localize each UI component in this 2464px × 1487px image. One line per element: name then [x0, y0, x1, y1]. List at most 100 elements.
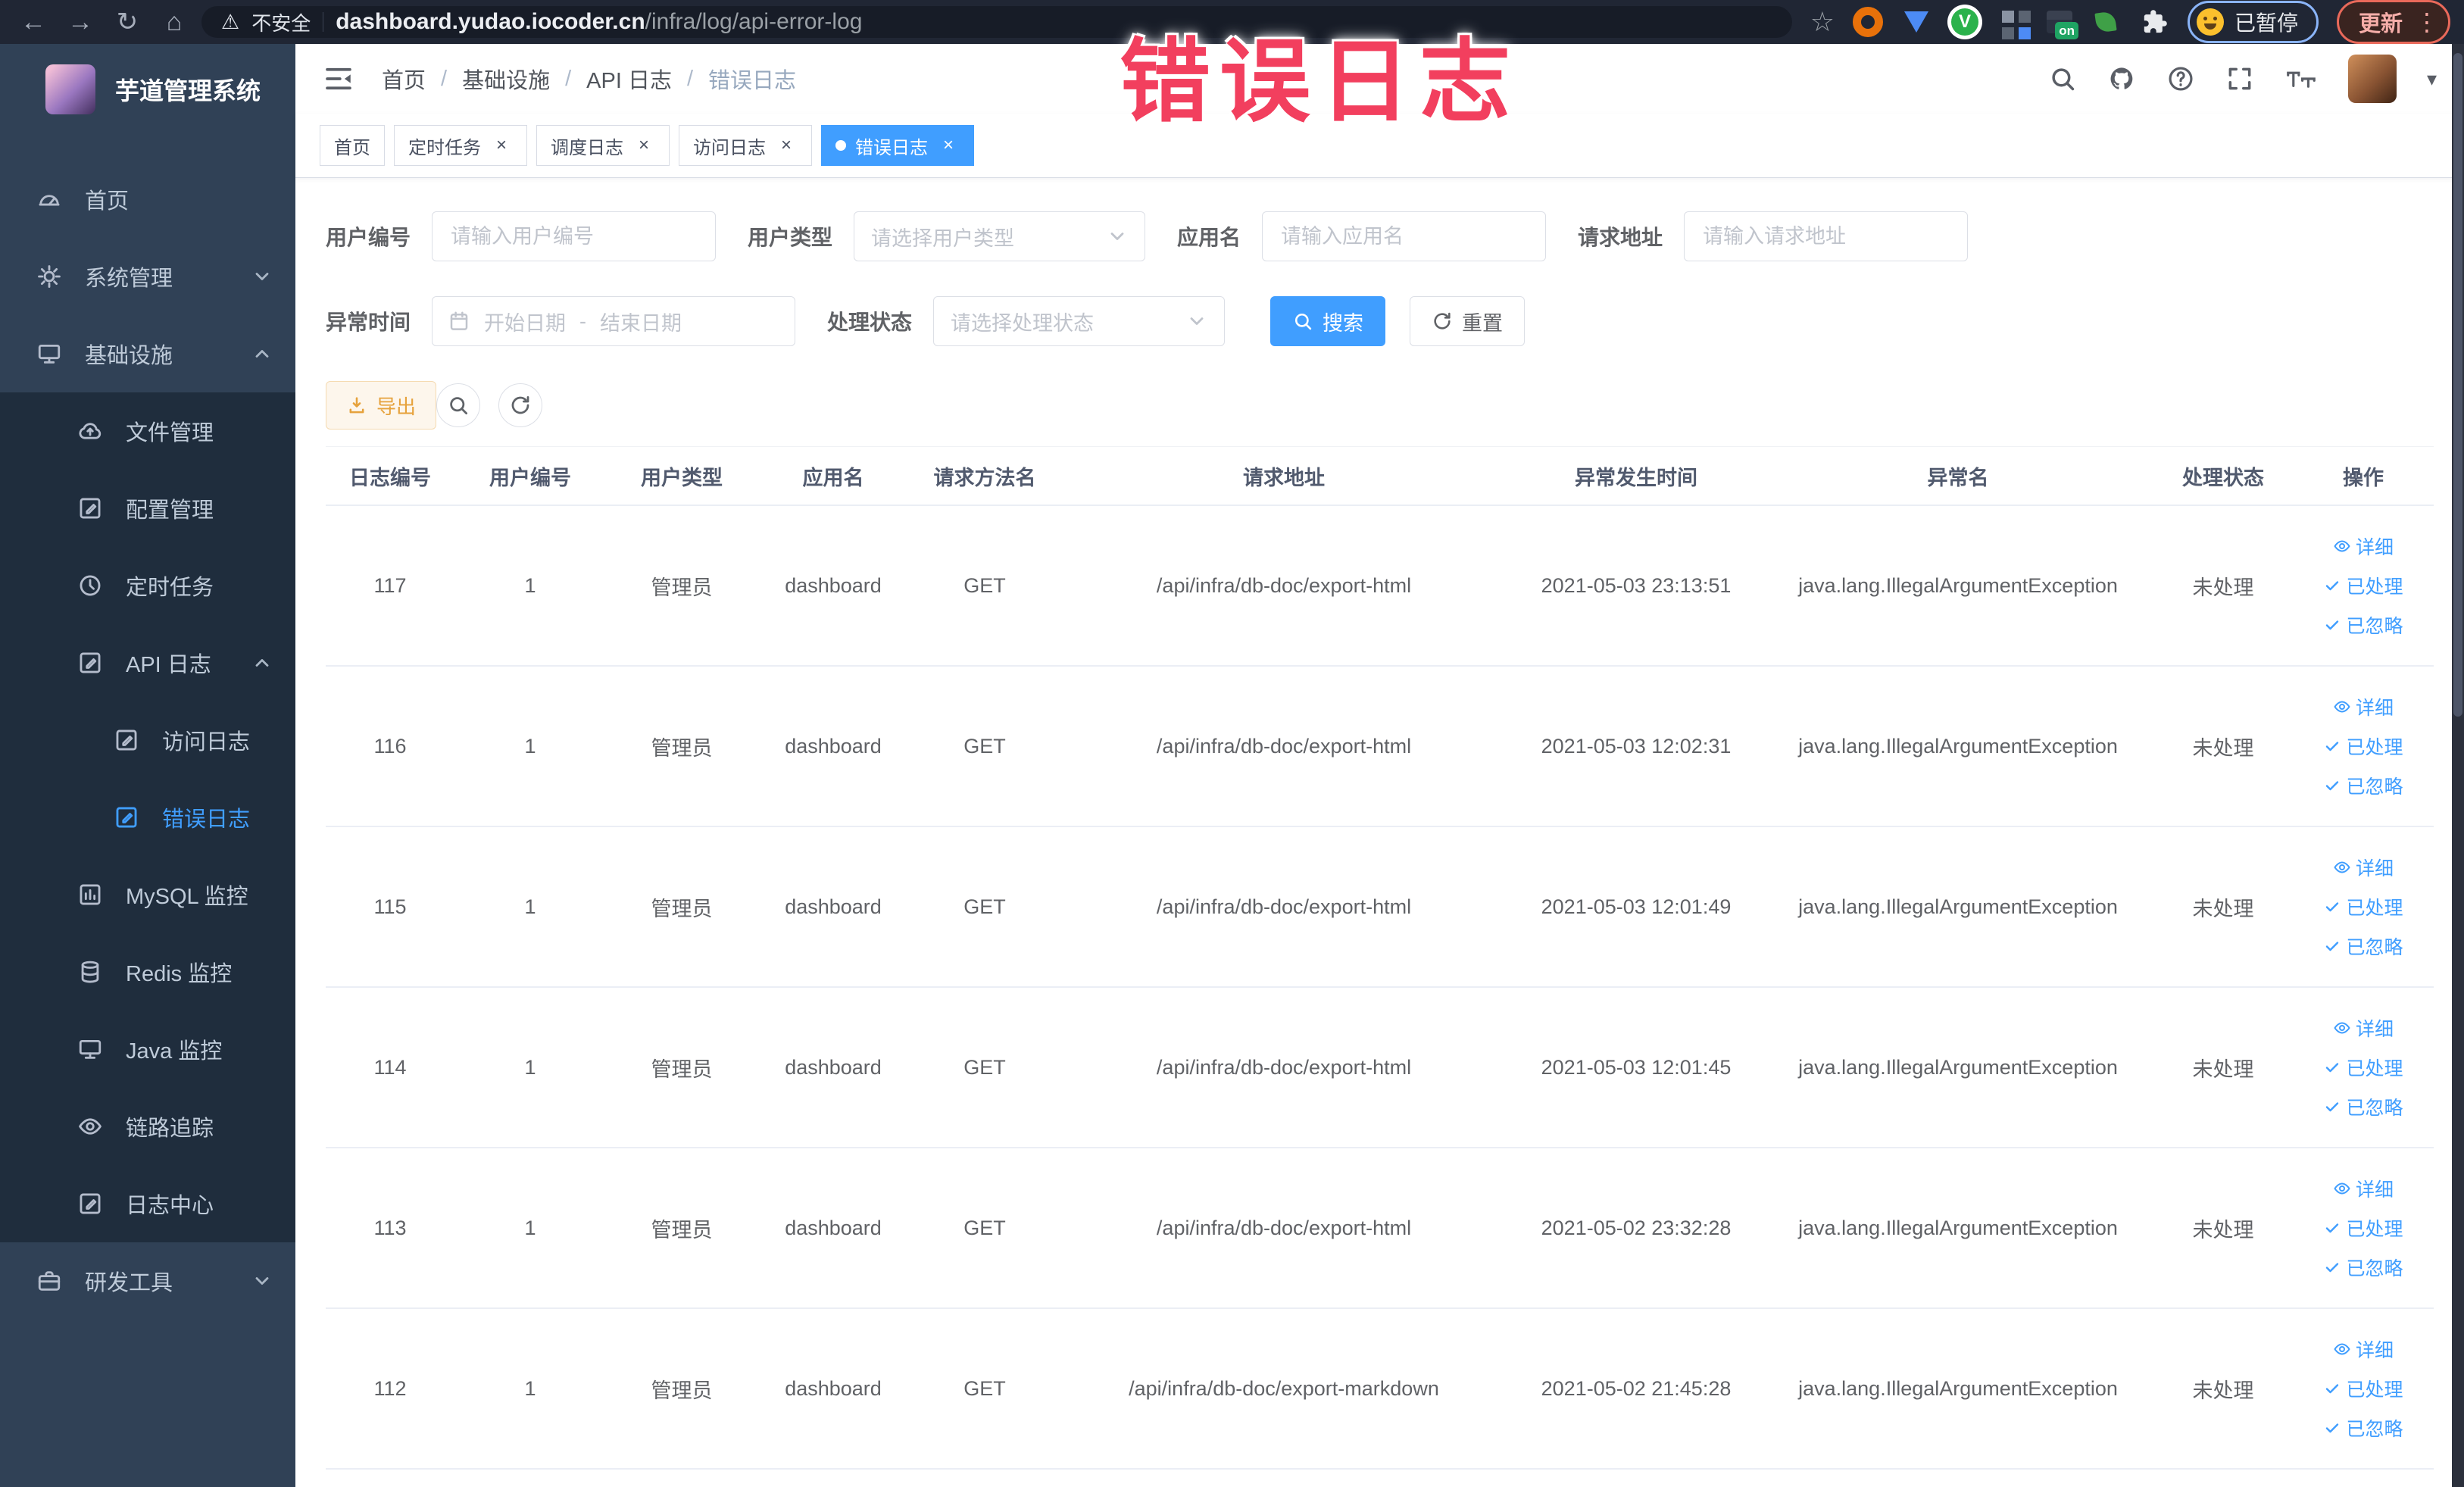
- date-range-picker[interactable]: 开始日期 - 结束日期: [432, 296, 796, 346]
- search-icon[interactable]: [2048, 64, 2077, 93]
- extension-icon[interactable]: [1852, 7, 1883, 37]
- tab-首页[interactable]: 首页: [320, 125, 385, 166]
- sidebar-item-MySQL 监控[interactable]: MySQL 监控: [0, 856, 295, 933]
- browser-home-icon[interactable]: ⌂: [155, 8, 194, 37]
- user-type-select[interactable]: 请选择用户类型: [854, 211, 1146, 261]
- process-status-select[interactable]: 请选择处理状态: [933, 296, 1226, 346]
- scrollbar-thumb[interactable]: [2453, 53, 2462, 717]
- sidebar-item-访问日志[interactable]: 访问日志: [0, 701, 295, 779]
- action-detail[interactable]: 详细: [2333, 1335, 2394, 1363]
- tab-定时任务[interactable]: 定时任务 ×: [394, 125, 527, 166]
- breadcrumb-item[interactable]: 基础设施: [462, 63, 550, 95]
- action-processed[interactable]: 已处理: [2323, 893, 2403, 920]
- sidebar-item-首页[interactable]: 首页: [0, 161, 295, 238]
- action-processed[interactable]: 已处理: [2323, 1214, 2403, 1242]
- shield-extension-icon[interactable]: [1901, 7, 1932, 37]
- filter-row-2: 异常时间 开始日期 - 结束日期 处理状态 请选择处理状态 搜索 重置: [326, 296, 2434, 346]
- refresh-table-button[interactable]: [498, 383, 543, 427]
- sidebar-item-文件管理[interactable]: 文件管理: [0, 392, 295, 470]
- tab-访问日志[interactable]: 访问日志 ×: [679, 125, 812, 166]
- sidebar-item-Java 监控[interactable]: Java 监控: [0, 1011, 295, 1088]
- collapse-sidebar-icon[interactable]: [323, 63, 354, 95]
- action-detail[interactable]: 详细: [2333, 693, 2394, 720]
- tab-close-icon[interactable]: ×: [775, 134, 798, 157]
- cell-exception-name: java.lang.IllegalArgumentException: [1798, 734, 2118, 758]
- action-detail[interactable]: 详细: [2333, 1014, 2394, 1042]
- action-ignored[interactable]: 已忽略: [2323, 611, 2403, 639]
- action-processed[interactable]: 已处理: [2323, 1054, 2403, 1081]
- address-bar[interactable]: ⚠ 不安全 dashboard.yudao.iocoder.cn/infra/l…: [201, 6, 1792, 38]
- tab-close-icon[interactable]: ×: [490, 134, 513, 157]
- action-ignored[interactable]: 已忽略: [2323, 1254, 2403, 1281]
- toggle-search-button[interactable]: [436, 383, 481, 427]
- extensions-puzzle-icon[interactable]: [2139, 7, 2169, 37]
- filter-label: 请求地址: [1578, 226, 1663, 249]
- sidebar-item-定时任务[interactable]: 定时任务: [0, 547, 295, 624]
- column-header-exception-name: 异常名: [1927, 466, 1989, 489]
- chevron-down-icon: [1107, 226, 1128, 247]
- action-processed[interactable]: 已处理: [2323, 1375, 2403, 1402]
- tab-错误日志[interactable]: 错误日志 ×: [821, 125, 974, 166]
- user-id-input[interactable]: [432, 211, 717, 261]
- action-detail[interactable]: 详细: [2333, 854, 2394, 881]
- browser-back-icon[interactable]: ←: [14, 8, 53, 37]
- action-ignored[interactable]: 已忽略: [2323, 772, 2403, 799]
- tab-close-icon[interactable]: ×: [632, 134, 655, 157]
- page-scrollbar[interactable]: [2452, 44, 2464, 1487]
- search-button[interactable]: 搜索: [1270, 296, 1386, 346]
- sidebar-item-研发工具[interactable]: 研发工具: [0, 1242, 295, 1320]
- sidebar-item-配置管理[interactable]: 配置管理: [0, 470, 295, 547]
- vue-devtools-icon[interactable]: [1950, 7, 1980, 37]
- user-menu-caret-icon[interactable]: ▾: [2427, 67, 2437, 91]
- cell-method-name: GET: [963, 1216, 1006, 1239]
- user-avatar[interactable]: [2347, 55, 2397, 103]
- tab-close-icon[interactable]: ×: [937, 134, 960, 157]
- action-processed[interactable]: 已处理: [2323, 572, 2403, 599]
- browser-reload-icon[interactable]: ↻: [108, 7, 147, 37]
- action-processed[interactable]: 已处理: [2323, 733, 2403, 760]
- editsq-icon: [114, 727, 139, 753]
- action-detail[interactable]: 详细: [2333, 533, 2394, 560]
- action-detail[interactable]: 详细: [2333, 1175, 2394, 1202]
- app-logo[interactable]: 芋道管理系统: [0, 44, 295, 135]
- sidebar-item-系统管理[interactable]: 系统管理: [0, 238, 295, 315]
- browser-menu-icon[interactable]: ⋮: [2415, 10, 2439, 34]
- switch-extension-icon[interactable]: on: [2046, 11, 2078, 39]
- browser-forward-icon[interactable]: →: [61, 8, 100, 37]
- bookmark-star-icon[interactable]: ☆: [1810, 6, 1835, 38]
- help-icon[interactable]: [2166, 64, 2195, 93]
- reset-button[interactable]: 重置: [1410, 296, 1526, 346]
- tab-label: 访问日志: [693, 137, 766, 158]
- plant-extension-icon[interactable]: [2091, 7, 2121, 37]
- profile-paused-badge[interactable]: 已暂停: [2187, 1, 2319, 43]
- action-ignored[interactable]: 已忽略: [2323, 1093, 2403, 1120]
- export-button[interactable]: 导出: [326, 381, 437, 430]
- cell-actions: 详细 已处理 已忽略: [2295, 988, 2431, 1147]
- sidebar-item-API 日志[interactable]: API 日志: [0, 624, 295, 701]
- grid-extension-icon[interactable]: [1998, 7, 2028, 37]
- table-row: 115 1 管理员 dashboard GET/api/infra/db-doc/exp…: [326, 827, 2434, 988]
- tab-调度日志[interactable]: 调度日志 ×: [536, 125, 670, 166]
- fullscreen-icon[interactable]: [2225, 64, 2254, 93]
- sidebar-item-Redis 监控[interactable]: Redis 监控: [0, 933, 295, 1011]
- browser-update-button[interactable]: 更新 ⋮: [2336, 0, 2450, 44]
- sidebar-item-错误日志[interactable]: 错误日志: [0, 779, 295, 856]
- request-url-input[interactable]: [1684, 211, 1969, 261]
- breadcrumb-item[interactable]: 首页: [382, 63, 426, 95]
- app-name-input[interactable]: [1262, 211, 1547, 261]
- github-icon[interactable]: [2107, 64, 2136, 93]
- cell-method-name: GET: [963, 895, 1006, 918]
- active-tab-dot: [835, 140, 846, 151]
- sidebar-item-链路追踪[interactable]: 链路追踪: [0, 1088, 295, 1165]
- action-ignored[interactable]: 已忽略: [2323, 1414, 2403, 1442]
- profile-avatar-icon: [2196, 8, 2224, 36]
- sidebar-item-日志中心[interactable]: 日志中心: [0, 1165, 295, 1242]
- font-size-icon[interactable]: [2284, 64, 2318, 93]
- cell-user-id: 1: [524, 895, 536, 918]
- breadcrumb-item[interactable]: API 日志: [586, 63, 672, 95]
- sidebar-item-基础设施[interactable]: 基础设施: [0, 315, 295, 392]
- action-ignored[interactable]: 已忽略: [2323, 932, 2403, 960]
- main-panel: 首页 / 基础设施 / API 日志 / 错误日志 ▾ 首页 定时任务 × 调度…: [295, 44, 2464, 1487]
- menu-item-label: API 日志: [126, 653, 211, 677]
- cell-error-time: 2021-05-03 23:13:51: [1541, 573, 1732, 597]
